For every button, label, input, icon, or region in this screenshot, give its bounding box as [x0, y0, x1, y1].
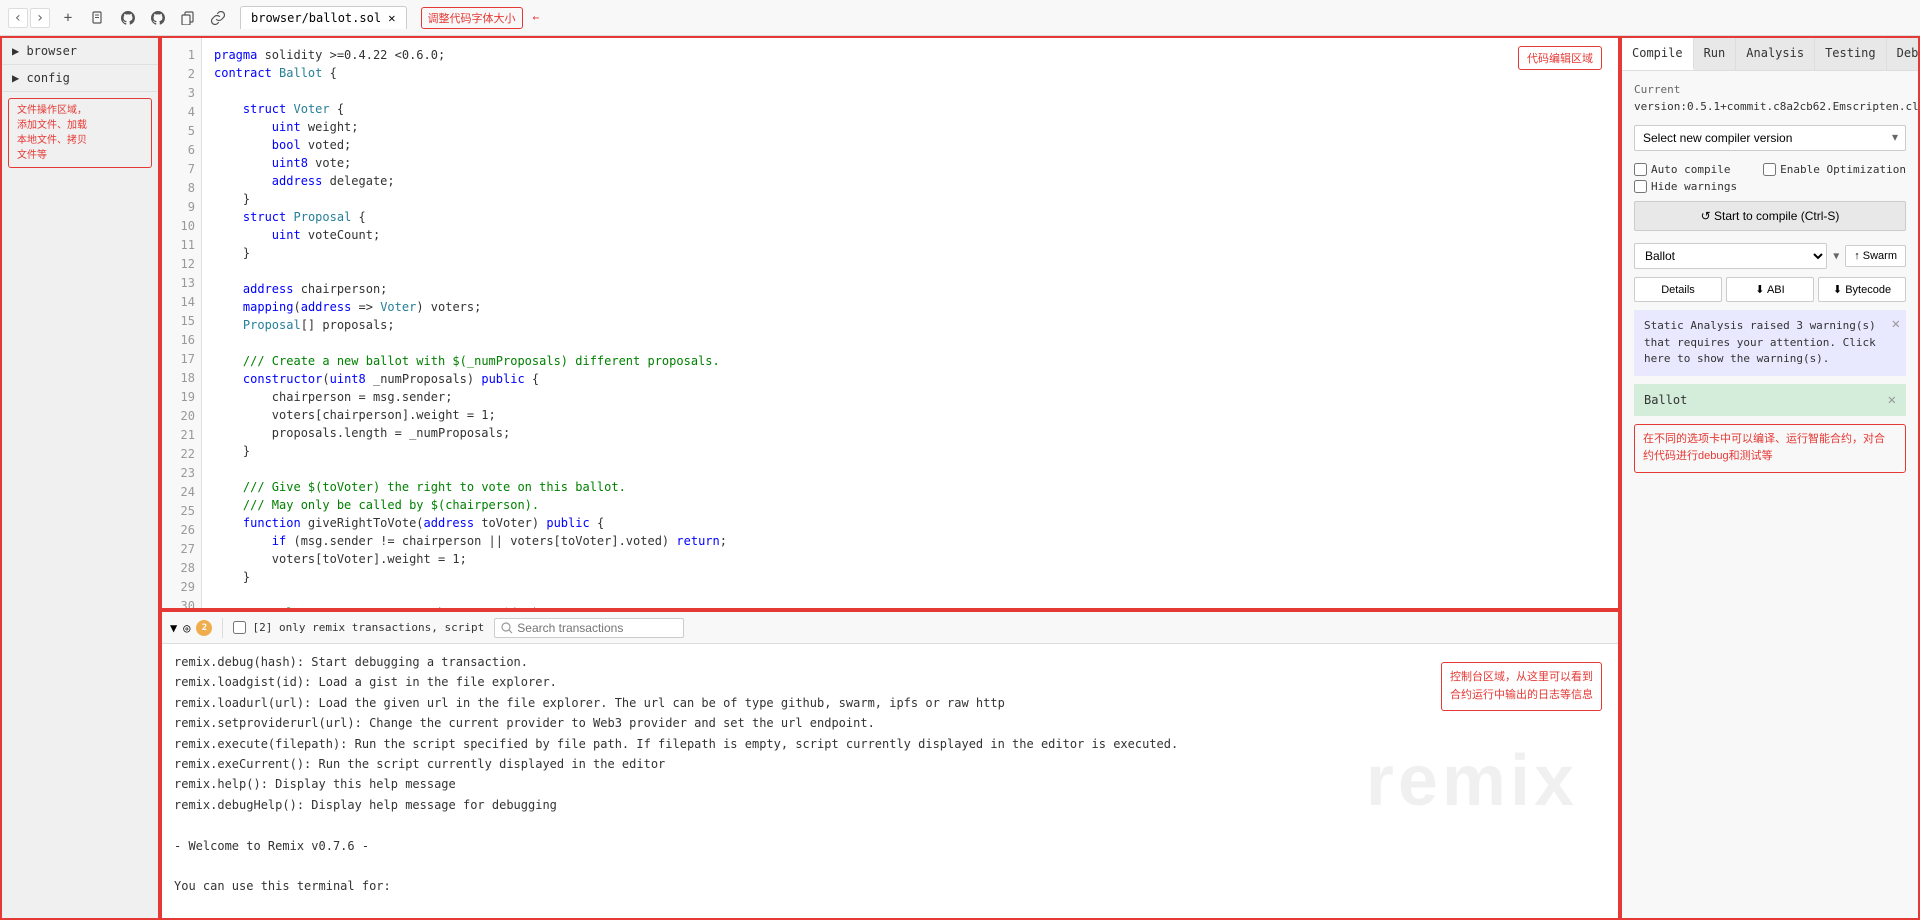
- console-line: remix.setproviderurl(url): Change the cu…: [174, 713, 1606, 733]
- tab-analysis[interactable]: Analysis: [1736, 38, 1815, 70]
- contract-select[interactable]: Ballot: [1634, 243, 1827, 269]
- nav-forward-btn[interactable]: ›: [30, 8, 50, 28]
- console-ban-icon[interactable]: ◎: [183, 621, 190, 635]
- console-line: remix.debugHelp(): Display help message …: [174, 795, 1606, 815]
- details-btn-label: Details: [1661, 284, 1695, 296]
- warning-box[interactable]: Static Analysis raised 3 warning(s) that…: [1634, 310, 1906, 376]
- compile-options-section: Auto compile Enable Optimization Hide wa…: [1634, 163, 1906, 231]
- abi-btn-label: ⬇ ABI: [1755, 283, 1784, 296]
- console-toolbar: ▼ ◎ 2 [2] only remix transactions, scrip…: [162, 612, 1618, 644]
- swarm-btn-label: ↑ Swarm: [1854, 250, 1897, 262]
- console-line: remix.debug(hash): Start debugging a tra…: [174, 652, 1606, 672]
- auto-compile-checkbox[interactable]: [1634, 163, 1647, 176]
- bytecode-btn-label: ⬇ Bytecode: [1833, 283, 1891, 296]
- file-tab[interactable]: browser/ballot.sol ✕: [240, 6, 407, 29]
- toolbar: ‹ › + browser/ballot.sol ✕ 调整代码字体大小 ←: [0, 0, 1920, 36]
- right-panel: Compile Run Analysis Testing Debugger Se…: [1620, 36, 1920, 920]
- compiler-select[interactable]: Select new compiler version: [1634, 125, 1906, 151]
- current-version-section: Current version:0.5.1+commit.c8a2cb62.Em…: [1634, 83, 1906, 113]
- sidebar-annotation: 文件操作区域，添加文件、加载本地文件、拷贝文件等: [8, 98, 152, 168]
- compile-button[interactable]: ↺ Start to compile (Ctrl-S): [1634, 201, 1906, 231]
- abi-button[interactable]: ⬇ ABI: [1726, 277, 1814, 302]
- file-tab-label: browser/ballot.sol: [251, 11, 381, 25]
- tab-debugger[interactable]: Debugger: [1887, 38, 1920, 70]
- warning-text: Static Analysis raised 3 warning(s) that…: [1644, 319, 1876, 365]
- contract-select-arrow: ▼: [1833, 251, 1839, 262]
- console-expand-icon[interactable]: ▼: [170, 621, 177, 635]
- enable-optimization-checkbox[interactable]: [1763, 163, 1776, 176]
- ballot-box: Ballot ✕: [1634, 384, 1906, 416]
- sidebar-config-label: ▶ config: [12, 71, 70, 85]
- github-icon[interactable]: [116, 6, 140, 30]
- sidebar-browser-label: ▶ browser: [12, 44, 77, 58]
- tab-testing[interactable]: Testing: [1815, 38, 1887, 70]
- enable-optimization-label: Enable Optimization: [1780, 163, 1906, 176]
- console-output[interactable]: remix.debug(hash): Start debugging a tra…: [162, 644, 1618, 918]
- sidebar-config[interactable]: ▶ config: [2, 65, 158, 92]
- code-editor[interactable]: 代码编辑区域 12345 678910 1112131415 161718192…: [160, 36, 1620, 610]
- version-text: version:0.5.1+commit.c8a2cb62.Emscripten…: [1634, 100, 1906, 113]
- toolbar-annotation: 调整代码字体大小: [421, 7, 523, 29]
- hide-warnings-label: Hide warnings: [1651, 180, 1737, 193]
- right-annotation: 在不同的选项卡中可以编译、运行智能合约，对合约代码进行debug和测试等: [1634, 424, 1906, 473]
- search-input[interactable]: [517, 621, 677, 635]
- tab-run[interactable]: Run: [1694, 38, 1737, 70]
- console-line: You can use this terminal for:: [174, 876, 1606, 896]
- right-content: Current version:0.5.1+commit.c8a2cb62.Em…: [1622, 71, 1918, 918]
- warning-close-btn[interactable]: ✕: [1892, 314, 1900, 335]
- sidebar-browser[interactable]: ▶ browser: [2, 38, 158, 65]
- console-line: remix.loadurl(url): Load the given url i…: [174, 693, 1606, 713]
- console-line: [174, 897, 1606, 917]
- ballot-label: Ballot: [1644, 393, 1687, 407]
- bytecode-button[interactable]: ⬇ Bytecode: [1818, 277, 1906, 302]
- action-buttons: Details ⬇ ABI ⬇ Bytecode: [1634, 277, 1906, 302]
- console-line: • Checking transactions details and star…: [174, 917, 1606, 918]
- editor-panel: 代码编辑区域 12345 678910 1112131415 161718192…: [160, 36, 1620, 920]
- sidebar: ▶ browser ▶ config 文件操作区域，添加文件、加载本地文件、拷贝…: [0, 36, 160, 920]
- ballot-close-btn[interactable]: ✕: [1888, 392, 1896, 408]
- toolbar-arrow: ←: [533, 11, 540, 24]
- console-line: remix.help(): Display this help message: [174, 774, 1606, 794]
- console: ▼ ◎ 2 [2] only remix transactions, scrip…: [160, 610, 1620, 920]
- compile-btn-label: ↺ Start to compile (Ctrl-S): [1701, 209, 1840, 223]
- github2-icon[interactable]: [146, 6, 170, 30]
- console-search[interactable]: [494, 618, 684, 638]
- details-button[interactable]: Details: [1634, 277, 1722, 302]
- compiler-select-section: Select new compiler version ▼: [1634, 125, 1906, 151]
- console-line: remix.execute(filepath): Run the script …: [174, 734, 1606, 754]
- right-tabs: Compile Run Analysis Testing Debugger Se…: [1622, 38, 1918, 71]
- code-content[interactable]: pragma solidity >=0.4.22 <0.6.0; contrac…: [202, 38, 1618, 608]
- console-line: [174, 856, 1606, 876]
- nav-back-btn[interactable]: ‹: [8, 8, 28, 28]
- auto-compile-label: Auto compile: [1651, 163, 1730, 176]
- copy-icon[interactable]: [176, 6, 200, 30]
- line-numbers: 12345 678910 1112131415 1617181920 21222…: [162, 38, 202, 608]
- current-label: Current: [1634, 83, 1906, 96]
- file-icon[interactable]: [86, 6, 110, 30]
- link-icon[interactable]: [206, 6, 230, 30]
- swarm-button[interactable]: ↑ Swarm: [1845, 245, 1906, 267]
- hide-warnings-checkbox[interactable]: [1634, 180, 1647, 193]
- tab-compile[interactable]: Compile: [1622, 38, 1694, 70]
- console-line: [174, 815, 1606, 835]
- console-badge: 2: [196, 620, 212, 636]
- new-file-icon[interactable]: +: [56, 6, 80, 30]
- console-line: remix.exeCurrent(): Run the script curre…: [174, 754, 1606, 774]
- main-area: ▶ browser ▶ config 文件操作区域，添加文件、加载本地文件、拷贝…: [0, 36, 1920, 920]
- console-checkbox[interactable]: [233, 621, 246, 634]
- console-line: - Welcome to Remix v0.7.6 -: [174, 836, 1606, 856]
- transactions-label: [2] only remix transactions, script: [252, 621, 484, 634]
- console-line: remix.loadgist(id): Load a gist in the f…: [174, 672, 1606, 692]
- contract-row: Ballot ▼ ↑ Swarm: [1634, 243, 1906, 269]
